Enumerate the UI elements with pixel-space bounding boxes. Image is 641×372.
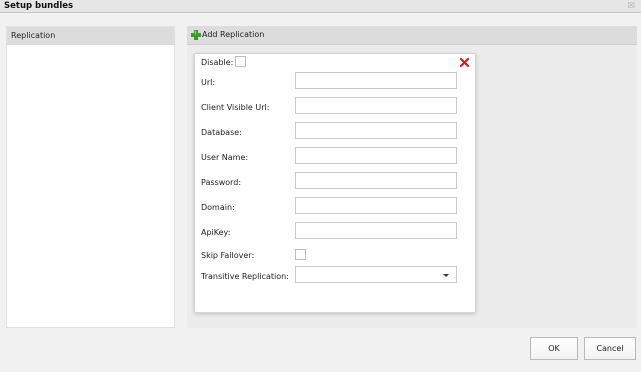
- database-label: Database:: [201, 128, 242, 137]
- client-visible-url-field[interactable]: [295, 97, 457, 114]
- disable-label: Disable:: [201, 58, 234, 67]
- sidebar: Replication: [6, 26, 175, 328]
- apikey-label: ApiKey:: [201, 228, 231, 237]
- database-field[interactable]: [295, 122, 457, 139]
- url-label: Url:: [201, 78, 216, 87]
- setup-bundles-dialog: Setup bundles ☒ Replication Add Replicat…: [0, 0, 641, 372]
- disable-checkbox[interactable]: [235, 56, 246, 67]
- client-visible-url-label: Client Visible Url:: [201, 103, 270, 112]
- title-bar: Setup bundles ☒: [0, 0, 641, 13]
- add-replication-button[interactable]: Add Replication: [187, 26, 637, 45]
- transitive-replication-label: Transitive Replication:: [201, 272, 289, 281]
- domain-field[interactable]: [295, 197, 457, 214]
- plus-icon: [191, 30, 201, 40]
- user-name-field[interactable]: [295, 147, 457, 164]
- password-label: Password:: [201, 178, 242, 187]
- skip-failover-checkbox[interactable]: [295, 249, 306, 260]
- add-replication-label: Add Replication: [202, 30, 265, 39]
- cancel-button[interactable]: Cancel: [584, 337, 636, 360]
- main-panel: Add Replication Disable: Url: Client Vis…: [187, 26, 637, 328]
- chevron-down-icon: [443, 274, 449, 277]
- transitive-replication-select[interactable]: [295, 266, 457, 283]
- remove-icon[interactable]: [460, 58, 469, 67]
- skip-failover-label: Skip Failover:: [201, 251, 255, 260]
- dialog-title: Setup bundles: [4, 1, 74, 11]
- sidebar-item-replication[interactable]: Replication: [7, 27, 174, 45]
- user-name-label: User Name:: [201, 153, 249, 162]
- domain-label: Domain:: [201, 203, 235, 212]
- apikey-field[interactable]: [295, 222, 457, 239]
- replication-card: Disable: Url: Client Visible Url: Databa…: [194, 53, 476, 313]
- close-icon[interactable]: ☒: [628, 1, 635, 10]
- url-field[interactable]: [295, 72, 457, 89]
- ok-button[interactable]: OK: [530, 337, 578, 360]
- password-field[interactable]: [295, 172, 457, 189]
